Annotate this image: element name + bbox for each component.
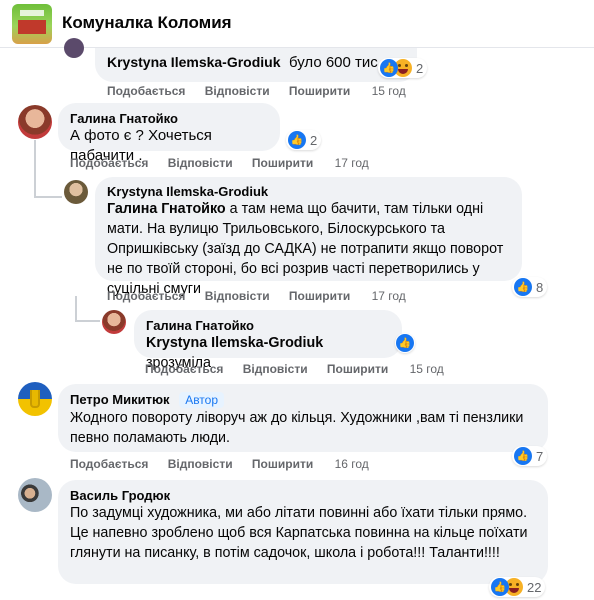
like-reaction-icon: 👍 [380,59,398,77]
logo-sign-shape [20,10,44,16]
thread-line [75,296,77,320]
reaction-summary[interactable]: 👍 [395,333,415,353]
comment-bubble: Петро Микитюк Автор Жодного повороту лів… [58,384,548,452]
comment-bubble: Галина Гнатойко А фото є ? Хочеться паба… [58,103,280,164]
comment-text: Жодного повороту ліворуч аж до кільця. Х… [70,410,524,446]
reaction-summary[interactable]: 👍 2 [286,130,322,150]
reply-button[interactable]: Відповісти [168,156,233,170]
comment-text: По задумці художника, ми або літати пови… [70,505,528,561]
like-button[interactable]: Подобається [70,156,148,170]
avatar[interactable] [18,478,52,512]
share-button[interactable]: Поширити [327,362,388,376]
reaction-count: 2 [310,132,318,148]
group-header: Комуналка Коломия [0,0,594,48]
comment-timestamp[interactable]: 17 год [372,289,406,303]
comment-text: Галина Гнатойко а там нема що бачити, та… [107,199,510,299]
comment-actions: Подобається Відповісти Поширити 15 год [107,84,422,98]
comment-text: було 600 тис [288,54,378,71]
comment-bubble: Галина Гнатойко Krystyna Ilemska-Grodiuk… [134,310,402,371]
mention-link[interactable]: Krystyna Ilemska-Grodiuk [146,335,323,351]
thread-line [34,196,62,198]
comment-timestamp[interactable]: 16 год [335,457,369,471]
share-button[interactable]: Поширити [289,84,350,98]
like-reaction-icon: 👍 [491,578,509,596]
comment-author[interactable]: Василь Гродюк [70,488,536,503]
logo-house-shape [18,20,46,34]
like-button[interactable]: Подобається [145,362,223,376]
reply-button[interactable]: Відповісти [205,289,270,303]
thread-line [34,140,36,198]
comment-actions: Подобається Відповісти Поширити 16 год [70,457,385,471]
comment-actions: Подобається Відповісти Поширити 17 год [70,156,385,170]
reaction-count: 2 [416,60,424,76]
comment-author[interactable]: Krystyna Ilemska-Grodiuk [107,184,510,199]
like-reaction-icon: 👍 [288,131,306,149]
comment-author[interactable]: Петро Микитюк Автор [70,392,536,408]
like-button[interactable]: Подобається [70,457,148,471]
comment-author-name[interactable]: Петро Микитюк [70,392,170,407]
trident-emblem-icon [30,390,40,408]
comment-timestamp[interactable]: 15 год [410,362,444,376]
share-button[interactable]: Поширити [289,289,350,303]
like-reaction-icon: 👍 [514,447,532,465]
share-button[interactable]: Поширити [252,457,313,471]
comment-bubble: Василь Гродюк По задумці художника, ми а… [58,480,548,584]
reaction-summary[interactable]: 👍 8 [512,277,548,297]
group-title[interactable]: Комуналка Коломия [62,13,232,33]
comment-timestamp[interactable]: 17 год [335,156,369,170]
avatar[interactable] [18,382,52,416]
comment-author[interactable]: Krystyna Ilemska-Grodiuk [107,54,281,70]
reaction-summary[interactable]: 👍 2 [378,58,428,78]
comment-bubble: Krystyna Ilemska-Grodiuk Галина Гнатойко… [95,177,522,297]
share-button[interactable]: Поширити [252,156,313,170]
reply-button[interactable]: Відповісти [243,362,308,376]
reaction-count: 7 [536,448,544,464]
avatar[interactable] [64,38,84,58]
author-badge: Автор [179,392,225,408]
thread-line [75,320,100,322]
like-reaction-icon: 👍 [514,278,532,296]
reaction-count: 8 [536,279,544,295]
comment-actions: Подобається Відповісти Поширити 15 год [145,362,460,376]
comment-actions: Подобається Відповісти Поширити 17 год [107,289,422,303]
mention-link[interactable]: Галина Гнатойко [107,201,226,217]
avatar[interactable] [102,310,126,334]
comment-author[interactable]: Галина Гнатойко [70,111,268,126]
like-button[interactable]: Подобається [107,84,185,98]
like-button[interactable]: Подобається [107,289,185,303]
comment-timestamp[interactable]: 15 год [372,84,406,98]
avatar[interactable] [64,180,88,204]
reaction-summary[interactable]: 👍 7 [512,446,548,466]
avatar[interactable] [18,105,52,139]
comment-bubble: Krystyna Ilemska-Grodiuk було 600 тис [95,48,417,82]
comment-author[interactable]: Галина Гнатойко [146,318,390,333]
group-logo[interactable] [12,4,52,44]
reaction-summary[interactable]: 👍 22 [489,577,546,597]
like-reaction-icon: 👍 [396,334,414,352]
reply-button[interactable]: Відповісти [168,457,233,471]
reaction-count: 22 [527,579,542,595]
reply-button[interactable]: Відповісти [205,84,270,98]
